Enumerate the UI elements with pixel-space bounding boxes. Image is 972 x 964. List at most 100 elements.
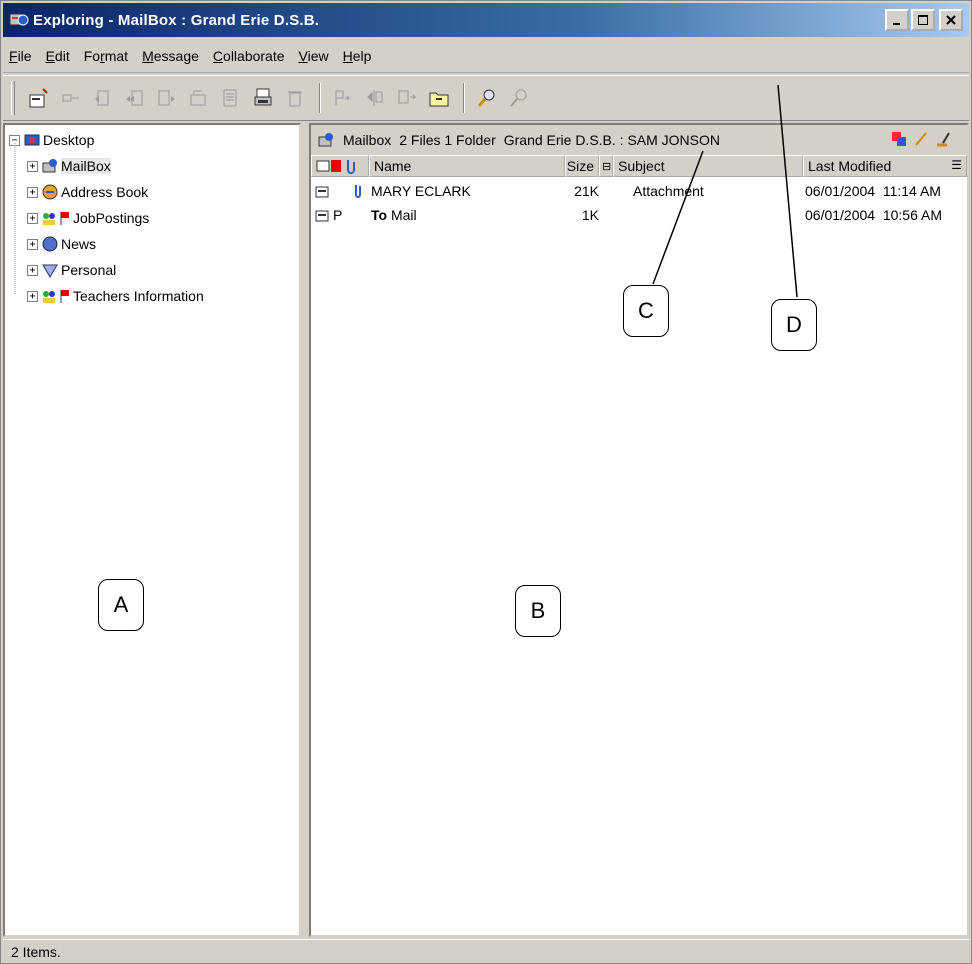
read-button[interactable]	[59, 86, 83, 110]
copy-button[interactable]	[395, 86, 419, 110]
address-book-icon	[41, 183, 59, 201]
menu-view[interactable]: View	[297, 48, 331, 64]
menu-help[interactable]: Help	[341, 48, 374, 64]
message-list-pane: Mailbox 2 Files 1 Folder Grand Erie D.S.…	[309, 123, 969, 937]
message-subject: Attachment	[633, 183, 704, 199]
menu-message[interactable]: Message	[140, 48, 201, 64]
tree-item[interactable]: + JobPostings	[27, 207, 149, 229]
title-bar[interactable]: Exploring - MailBox : Grand Erie D.S.B.	[3, 3, 969, 37]
menu-collaborate[interactable]: Collaborate	[211, 48, 287, 64]
message-size: 21K	[574, 183, 599, 199]
column-status-icons	[316, 160, 355, 174]
toolbar-separator	[319, 83, 321, 113]
expand-icon[interactable]: +	[27, 160, 38, 172]
menu-edit[interactable]: Edit	[44, 48, 72, 64]
column-header-subject[interactable]: Subject	[613, 155, 803, 177]
print-icon	[254, 88, 272, 106]
expand-icon[interactable]: +	[27, 264, 38, 276]
tree-item[interactable]: + MailBox	[27, 155, 111, 177]
next-button[interactable]	[331, 86, 355, 110]
personal-folder-icon	[41, 261, 59, 279]
mailbox-icon	[41, 157, 59, 175]
status-text: 2 Items.	[11, 943, 61, 960]
pencil-icon[interactable]	[913, 131, 929, 147]
tree-item-desktop[interactable]: − Desktop	[9, 129, 94, 151]
annotation-a: A	[98, 579, 144, 631]
window-title: Exploring - MailBox : Grand Erie D.S.B.	[33, 11, 320, 29]
move-icon	[367, 90, 383, 106]
reply-all-button[interactable]	[123, 86, 147, 110]
maximize-button[interactable]	[911, 9, 935, 31]
app-icon	[9, 11, 29, 29]
find-button[interactable]	[475, 86, 499, 110]
close-button[interactable]	[939, 9, 963, 31]
location-path: Grand Erie D.S.B. : SAM JONSON	[503, 132, 721, 148]
toolbar-separator	[463, 83, 465, 113]
forward-icon	[158, 90, 175, 106]
tree-item[interactable]: + Teachers Information	[27, 285, 204, 307]
collapse-icon[interactable]: −	[9, 134, 20, 146]
message-name: MARY ECLARK	[371, 183, 471, 199]
table-row[interactable]: MARY ECLARK 21K Attachment 06/01/2004 11:14…	[311, 181, 967, 203]
trash-icon	[288, 91, 302, 107]
menu-file[interactable]: File	[7, 48, 34, 64]
tree-item-label: Address Book	[61, 184, 149, 200]
message-size: 1K	[581, 207, 599, 223]
up-folder-button[interactable]	[427, 86, 451, 110]
desktop-icon	[23, 131, 41, 149]
column-header-name[interactable]: Name	[369, 155, 565, 177]
magnifier-icon	[477, 89, 495, 107]
message-modified: 06/01/2004 10:56 AM	[805, 207, 942, 223]
expand-icon[interactable]: +	[27, 186, 38, 198]
new-message-button[interactable]	[27, 86, 51, 110]
location-counts: 2 Files 1 Folder	[399, 132, 496, 148]
application-window: Exploring - MailBox : Grand Erie D.S.B. …	[0, 0, 972, 964]
resend-button[interactable]	[187, 86, 211, 110]
forward-button[interactable]	[155, 86, 179, 110]
reply-button[interactable]	[91, 86, 115, 110]
edit-folder-icon[interactable]	[935, 131, 951, 147]
reply-all-icon	[126, 90, 143, 106]
toolbar-grip[interactable]	[11, 81, 15, 115]
tree-item[interactable]: + Address Book	[27, 181, 148, 203]
annotation-d: D	[771, 299, 817, 351]
tree-item[interactable]: + News	[27, 233, 96, 255]
expand-icon[interactable]: +	[27, 238, 38, 250]
table-row[interactable]: P To Mail 1K 06/01/2004 10:56 AM	[311, 205, 967, 227]
folder-tree: − Desktop + MailBox + Address Book + JobPosti…	[3, 123, 301, 937]
post-button[interactable]	[219, 86, 243, 110]
reply-icon	[95, 90, 109, 106]
column-header-size[interactable]: Size	[565, 155, 599, 177]
status-bar: 2 Items.	[3, 939, 969, 963]
column-header-icons[interactable]	[311, 155, 369, 177]
tree-item-label: Desktop	[43, 132, 95, 148]
expand-icon[interactable]: +	[27, 212, 38, 224]
annotation-c: C	[623, 285, 669, 337]
copy-icon	[398, 90, 417, 104]
quickfinder-button[interactable]	[507, 86, 531, 110]
read-icon	[62, 94, 79, 102]
expand-icon[interactable]: +	[27, 290, 38, 302]
next-icon	[335, 90, 351, 105]
menu-bar: File Edit Format Message Collaborate View Help	[3, 39, 969, 73]
move-button[interactable]	[363, 86, 387, 110]
message-status: P	[333, 207, 343, 223]
tree-item-label: MailBox	[61, 158, 111, 174]
column-header-sort[interactable]: ⊟	[599, 155, 613, 177]
menu-format[interactable]: Format	[82, 48, 130, 64]
tree-item-label: Personal	[61, 262, 117, 278]
shared-folder-flag-icon	[41, 209, 71, 227]
annotation-b: B	[515, 585, 561, 637]
delete-button[interactable]	[283, 86, 307, 110]
folder-view-icon[interactable]	[891, 131, 907, 147]
column-header-modified[interactable]: Last Modified ☰	[803, 155, 967, 177]
print-button[interactable]	[251, 86, 275, 110]
folder-up-icon	[429, 92, 449, 107]
toolbar	[3, 75, 969, 121]
minimize-button[interactable]	[885, 9, 909, 31]
column-menu-icon[interactable]: ☰	[951, 158, 962, 172]
close-icon	[946, 15, 956, 25]
tree-item[interactable]: + Personal	[27, 259, 116, 281]
location-bar: Mailbox 2 Files 1 Folder Grand Erie D.S.…	[311, 125, 967, 155]
sort-icon: ⊟	[602, 160, 612, 173]
